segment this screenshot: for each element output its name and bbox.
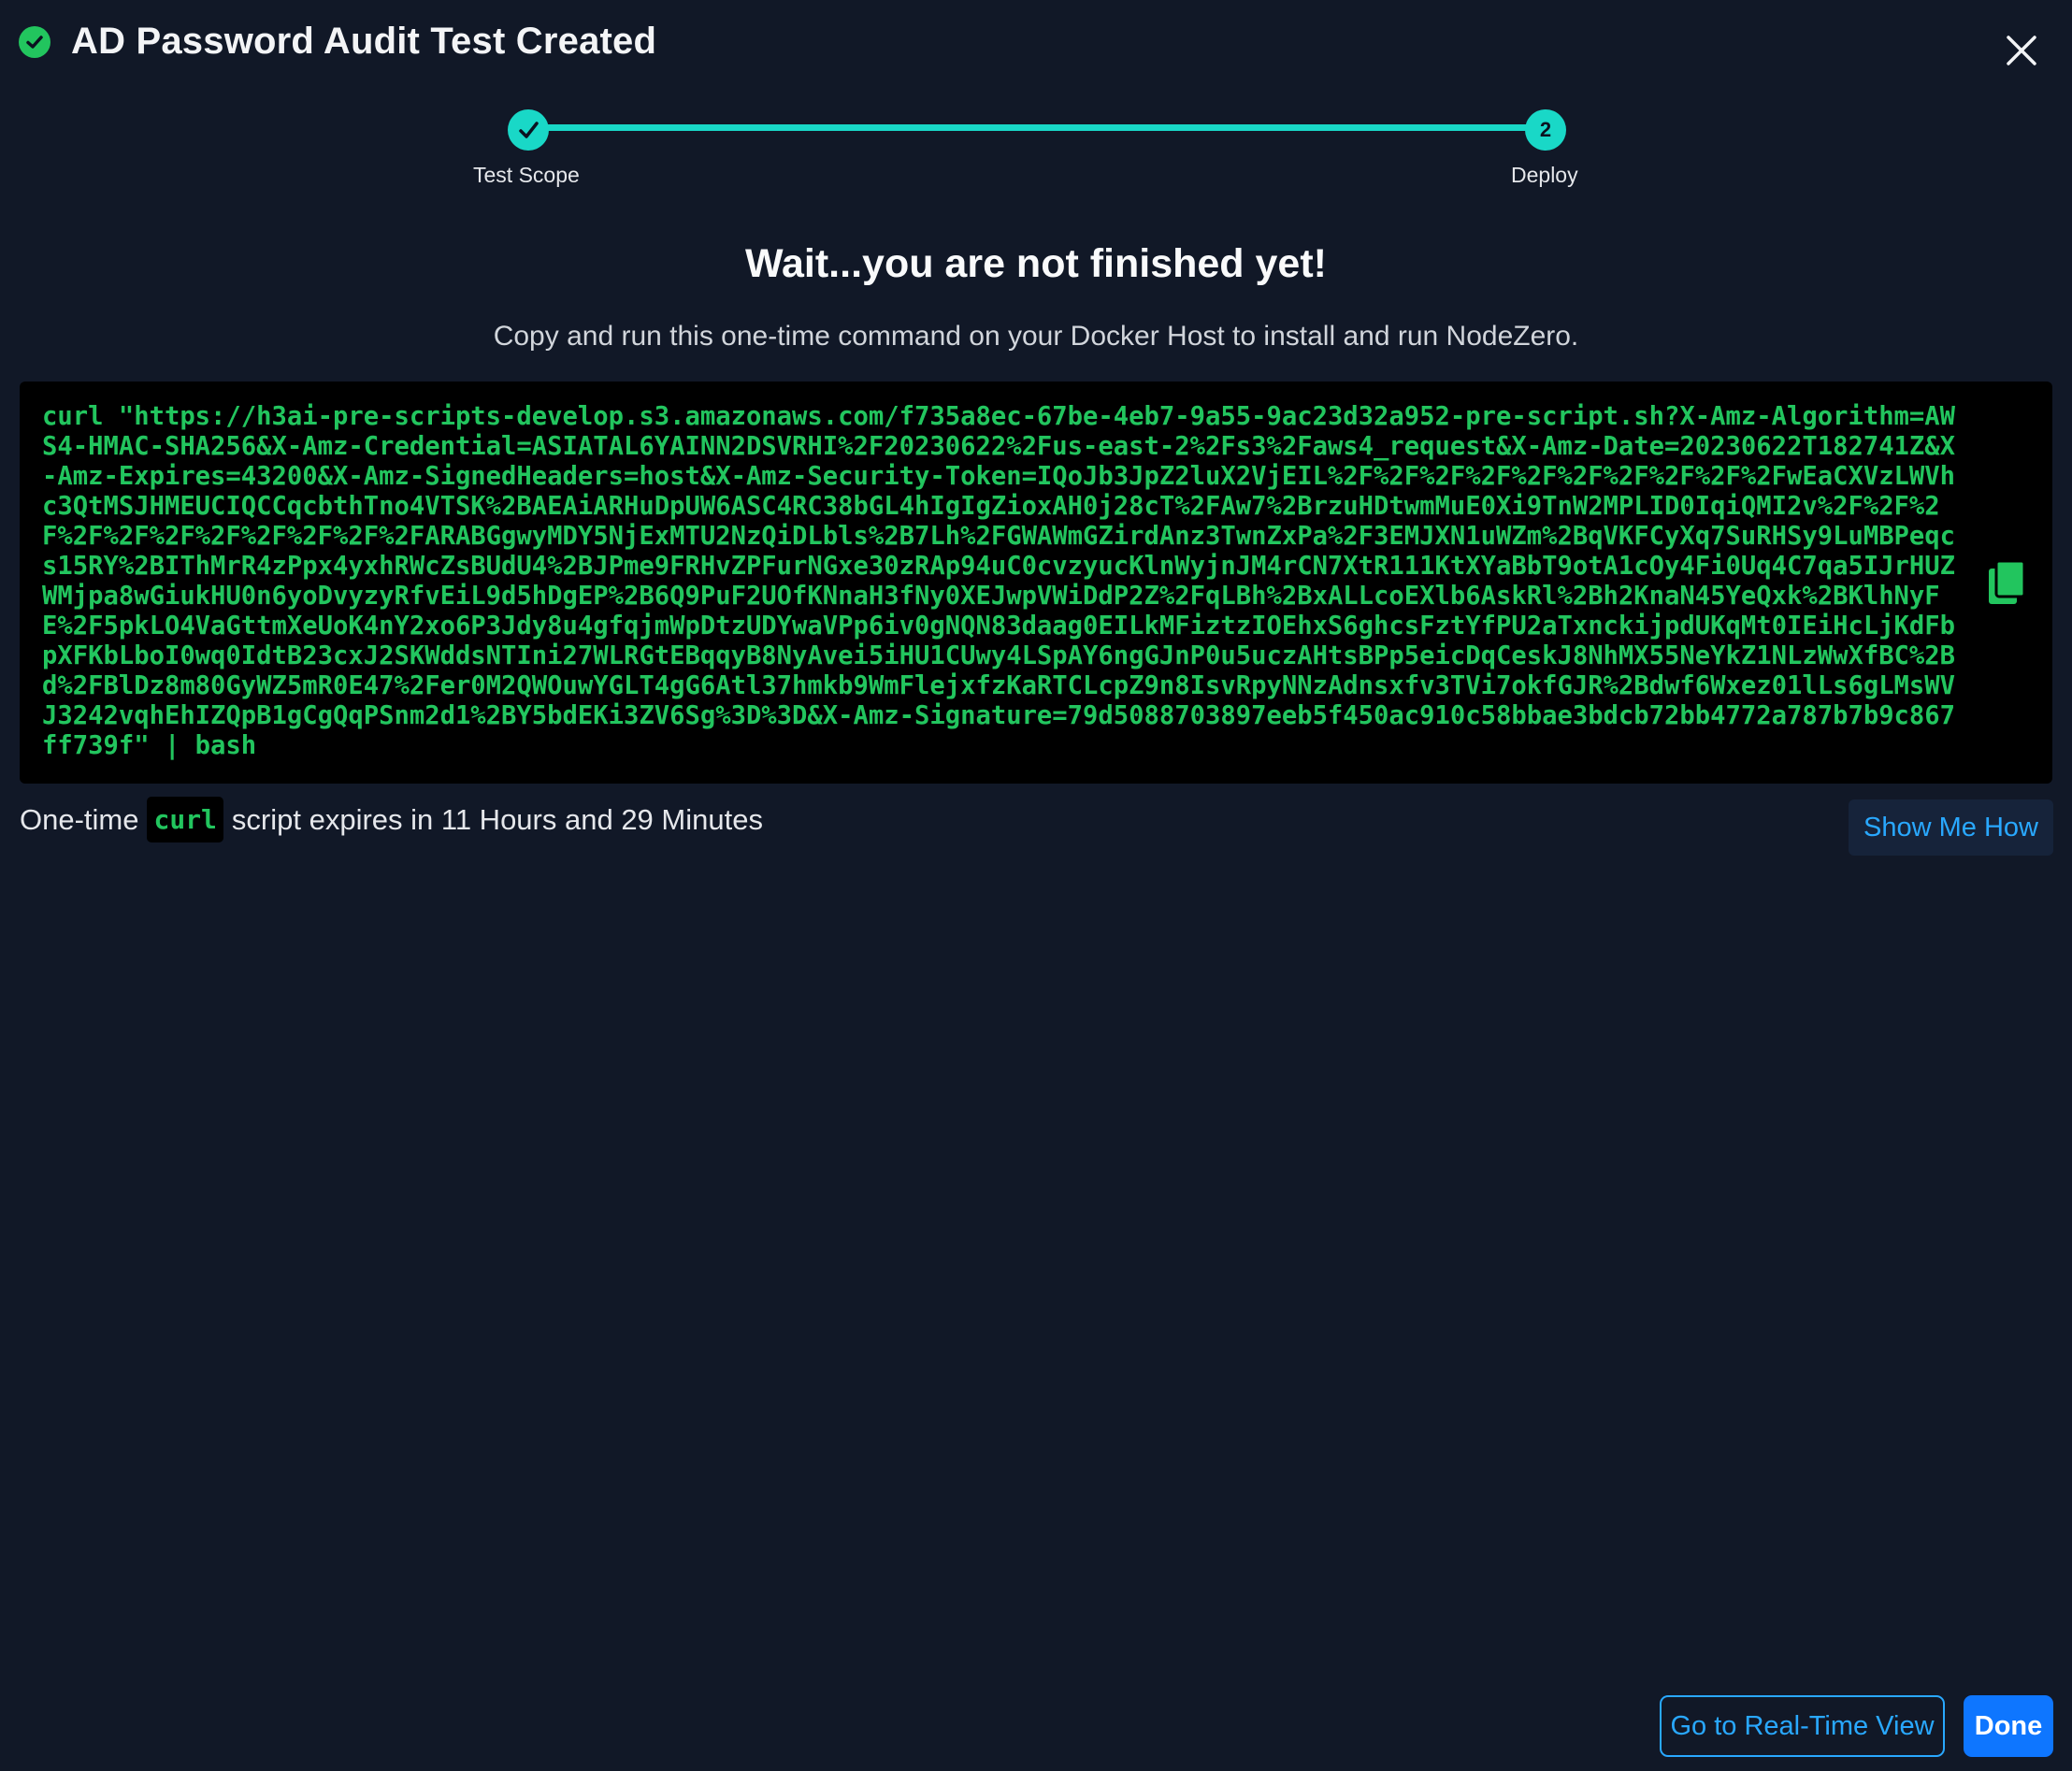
real-time-view-button[interactable]: Go to Real-Time View <box>1660 1695 1945 1757</box>
expiry-prefix: One-time <box>20 802 139 836</box>
dialog-header: AD Password Audit Test Created <box>19 21 656 63</box>
step-label-deploy: Deploy <box>1511 163 1578 187</box>
command-code-block[interactable]: curl "https://h3ai-pre-scripts-develop.s… <box>20 382 2052 784</box>
main-heading: Wait...you are not finished yet! <box>745 241 1327 286</box>
test-created-dialog: AD Password Audit Test Created 2 Test Sc… <box>0 0 2072 1771</box>
curl-chip: curl <box>147 797 223 842</box>
copy-icon[interactable] <box>1987 559 2028 608</box>
step-number-badge: 2 <box>1525 109 1566 151</box>
expiry-text: script expires in 11 Hours and 29 Minute… <box>231 802 763 836</box>
step-complete-icon <box>508 109 549 151</box>
done-button[interactable]: Done <box>1964 1695 2053 1757</box>
progress-stepper: 2 Test Scope Deploy <box>449 105 1618 198</box>
close-icon[interactable] <box>2003 32 2040 69</box>
expiry-notice: One-time curl script expires in 11 Hours… <box>20 797 763 842</box>
check-circle-icon <box>19 25 50 58</box>
dialog-title: AD Password Audit Test Created <box>71 21 657 62</box>
show-me-how-button[interactable]: Show Me How <box>1849 799 2053 856</box>
install-command[interactable]: curl "https://h3ai-pre-scripts-develop.s… <box>42 402 1959 761</box>
step-label-test-scope: Test Scope <box>473 163 580 187</box>
stepper-connector <box>527 124 1545 131</box>
instructions-text: Copy and run this one-time command on yo… <box>493 321 1579 352</box>
